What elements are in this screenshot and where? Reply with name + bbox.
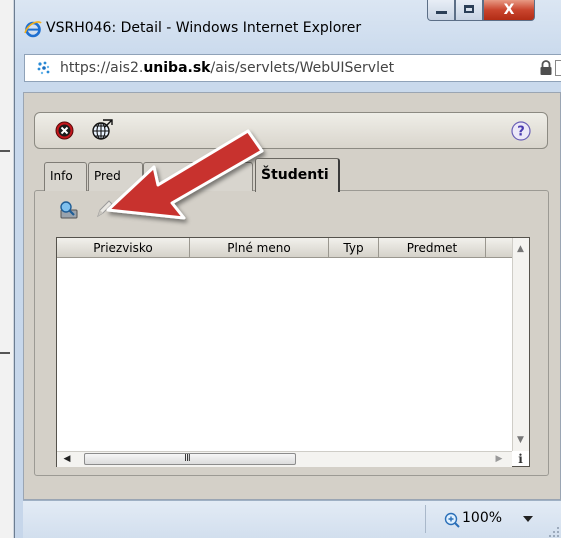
vertical-scrollbar[interactable]	[512, 238, 529, 451]
resize-grip-icon[interactable]	[548, 526, 560, 538]
column-header-predmet[interactable]: Predmet	[379, 238, 486, 258]
background-page-strip	[0, 0, 14, 538]
tab-studenti[interactable]: Študenti	[255, 158, 340, 192]
status-divider	[425, 505, 426, 533]
svg-text:?: ?	[517, 125, 525, 140]
close-icon: X	[503, 2, 515, 18]
minimize-button[interactable]	[427, 0, 455, 21]
search-icon[interactable]	[58, 200, 80, 220]
lock-icon[interactable]	[539, 60, 553, 76]
column-header-typ[interactable]: Typ	[329, 238, 379, 258]
url-domain: uniba.sk	[143, 60, 211, 76]
scroll-left-arrow-icon[interactable]: ◀	[60, 452, 74, 466]
zoom-icon[interactable]	[444, 512, 460, 528]
window-title: VSRH046: Detail - Windows Internet Explo…	[46, 20, 362, 36]
annotation-arrow	[106, 129, 264, 220]
maximize-button[interactable]	[455, 0, 483, 21]
column-header-priezvisko[interactable]: Priezvisko	[57, 238, 190, 258]
url-path: /ais/servlets/WebUIServlet	[210, 60, 395, 76]
scroll-thumb-grip: III	[184, 453, 191, 464]
scroll-right-arrow-icon[interactable]: ▶	[492, 452, 506, 466]
minimize-icon	[436, 11, 447, 14]
url-prefix: https://ais2.	[60, 60, 144, 76]
page-icon	[37, 61, 50, 75]
horizontal-scroll-thumb[interactable]	[84, 453, 296, 465]
help-icon[interactable]: ?	[511, 121, 531, 141]
ie-logo-icon	[24, 21, 42, 38]
address-url[interactable]: https://ais2.uniba.sk/ais/servlets/WebUI…	[60, 60, 394, 76]
compatibility-icon[interactable]	[555, 60, 561, 76]
chevron-down-icon[interactable]	[522, 514, 534, 524]
annotation-arrow-shape	[106, 129, 264, 220]
scroll-down-arrow-icon[interactable]: ▼	[512, 433, 529, 447]
tab-info[interactable]: Info	[44, 162, 87, 191]
scroll-up-arrow-icon[interactable]: ▲	[512, 242, 529, 256]
students-table[interactable]	[56, 237, 530, 467]
close-window-button[interactable]: X	[483, 0, 535, 21]
maximize-icon	[464, 5, 474, 13]
zoom-level[interactable]: 100%	[462, 510, 502, 526]
column-header-plne-meno[interactable]: Plné meno	[190, 238, 329, 258]
info-icon[interactable]: i	[512, 451, 529, 467]
close-app-icon[interactable]	[55, 121, 74, 140]
